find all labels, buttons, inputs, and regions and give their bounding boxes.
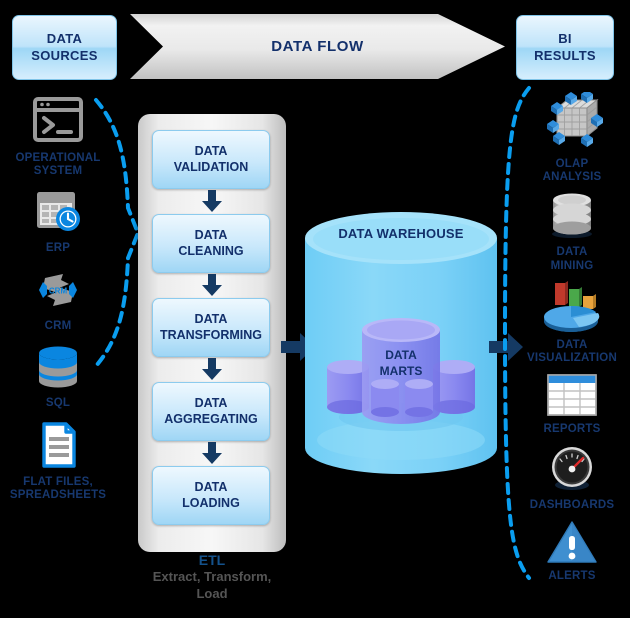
etl-step-data-validation[interactable]: DATA VALIDATION (152, 130, 270, 189)
bi-data-mining[interactable]: DATA MINING (516, 190, 628, 272)
etl-step-data-transforming[interactable]: DATA TRANSFORMING (152, 298, 270, 357)
source-sql-line1: SQL (45, 396, 71, 409)
bi-alerts[interactable]: ALERTS (516, 518, 628, 583)
source-operational-system-line2: SYSTEM (33, 165, 83, 178)
bi-data-mining-line1: DATA (556, 246, 588, 259)
metal-database-icon (541, 190, 603, 242)
svg-text:CRM: CRM (49, 286, 68, 295)
database-cylinder-icon (29, 341, 87, 393)
etl-step-data-transforming-line1: DATA (194, 311, 228, 326)
header-data-sources-line2: SOURCES (31, 47, 98, 63)
etl-caption-sub-line2: Load (196, 585, 228, 601)
data-warehouse (305, 212, 497, 474)
bi-reports[interactable]: REPORTS (516, 371, 628, 436)
bi-data-mining-label: DATA MINING (551, 246, 594, 272)
etl-step-data-aggregating[interactable]: DATA AGGREGATING (152, 382, 270, 441)
table-grid-icon (544, 371, 600, 419)
source-operational-system-label: OPERATIONAL SYSTEM (15, 152, 100, 178)
calendar-clock-icon (29, 186, 87, 238)
etl-step-data-cleaning-line2: CLEANING (178, 243, 244, 258)
bi-dashboards-line1: DASHBOARDS (529, 498, 615, 511)
bi-data-mining-line2: MINING (550, 259, 594, 272)
source-operational-system[interactable]: OPERATIONAL SYSTEM (2, 96, 114, 178)
source-flat-files-label: FLAT FILES, SPREADSHEETS (10, 476, 106, 502)
etl-step-data-transforming-line2: TRANSFORMING (159, 327, 263, 342)
data-marts-line1: DATA (385, 348, 417, 362)
etl-caption-title: ETL (198, 552, 226, 568)
data-marts-line2: MARTS (379, 363, 423, 378)
data-flow-label: DATA FLOW (271, 38, 364, 55)
data-marts-label: DATA MARTS (355, 348, 447, 379)
bi-results-column: OLAP ANALYSIS DATA MINING DATA VISUALIZA… (516, 92, 628, 589)
crm-cycle-icon: CRM (29, 264, 87, 316)
bi-data-visualization-line2: VISUALIZATION (527, 352, 617, 365)
source-sql[interactable]: SQL (2, 341, 114, 410)
etl-step-data-aggregating-line2: AGGREGATING (164, 411, 258, 426)
document-lines-icon (29, 420, 87, 472)
bi-olap-analysis-label: OLAP ANALYSIS (543, 158, 602, 184)
data-warehouse-label: DATA WAREHOUSE (338, 226, 464, 241)
bi-dashboards-label: DASHBOARDS (530, 499, 614, 512)
etl-step-data-validation-line1: DATA (194, 143, 228, 158)
etl-step-data-cleaning-line1: DATA (194, 227, 228, 242)
bi-reports-line1: REPORTS (543, 423, 601, 436)
olap-cube-icon (537, 92, 607, 154)
terminal-window-icon (29, 96, 87, 148)
source-erp-label: ERP (46, 242, 70, 255)
header-data-sources: DATA SOURCES (12, 15, 117, 80)
header-data-sources-line1: DATA (46, 31, 83, 47)
source-crm-line1: CRM (44, 319, 72, 332)
warning-triangle-icon (544, 518, 600, 566)
header-bi-results-line2: RESULTS (534, 47, 596, 63)
etl-step-data-cleaning[interactable]: DATA CLEANING (152, 214, 270, 273)
bi-olap-analysis-line2: ANALYSIS (542, 171, 602, 184)
etl-step-data-loading-line2: LOADING (182, 495, 240, 510)
bi-alerts-line1: ALERTS (548, 569, 596, 582)
source-operational-system-line1: OPERATIONAL (15, 152, 101, 164)
etl-caption: ETL Extract, Transform, Load (128, 552, 296, 603)
source-erp[interactable]: ERP (2, 186, 114, 255)
bi-alerts-label: ALERTS (548, 570, 595, 583)
source-crm-label: CRM (45, 320, 72, 333)
etl-down-arrow (152, 273, 272, 298)
bi-reports-label: REPORTS (544, 423, 601, 436)
gauge-icon (544, 443, 600, 495)
header-bi-results: BI RESULTS (516, 15, 614, 80)
pie-bar-chart-icon (539, 279, 605, 335)
bi-olap-analysis[interactable]: OLAP ANALYSIS (516, 92, 628, 184)
source-sql-label: SQL (46, 397, 70, 410)
source-flat-files-line2: SPREADSHEETS (9, 489, 107, 502)
source-crm[interactable]: CRM CRM (2, 264, 114, 333)
source-flat-files[interactable]: FLAT FILES, SPREADSHEETS (2, 420, 114, 502)
source-flat-files-line1: FLAT FILES, (23, 476, 93, 489)
header-bi-results-line1: BI (558, 31, 572, 47)
etl-down-arrow (152, 189, 272, 214)
bi-data-visualization[interactable]: DATA VISUALIZATION (516, 279, 628, 365)
etl-step-data-loading[interactable]: DATA LOADING (152, 466, 270, 525)
etl-step-data-aggregating-line1: DATA (194, 395, 228, 410)
etl-caption-subtitle: Extract, Transform, Load (128, 569, 296, 603)
diagram-canvas: DATA SOURCES DATA FLOW BI RESULTS OPERAT… (0, 0, 630, 618)
etl-step-data-loading-line1: DATA (194, 479, 228, 494)
etl-step-stack: DATA VALIDATION DATA CLEANING DATA TRANS… (152, 130, 272, 525)
data-flow-arrow: DATA FLOW (130, 14, 505, 79)
bi-data-visualization-line1: DATA (556, 338, 588, 351)
bi-data-visualization-label: DATA VISUALIZATION (527, 339, 617, 365)
data-sources-column: OPERATIONAL SYSTEM ERP CRM CRM SQL FLAT … (2, 96, 114, 509)
etl-caption-sub-line1: Extract, Transform, (152, 569, 272, 584)
etl-down-arrow (152, 357, 272, 382)
etl-down-arrow (152, 441, 272, 466)
etl-step-data-validation-line2: VALIDATION (173, 159, 249, 174)
bi-dashboards[interactable]: DASHBOARDS (516, 443, 628, 512)
bi-olap-analysis-line1: OLAP (555, 158, 589, 170)
source-erp-line1: ERP (45, 242, 71, 255)
